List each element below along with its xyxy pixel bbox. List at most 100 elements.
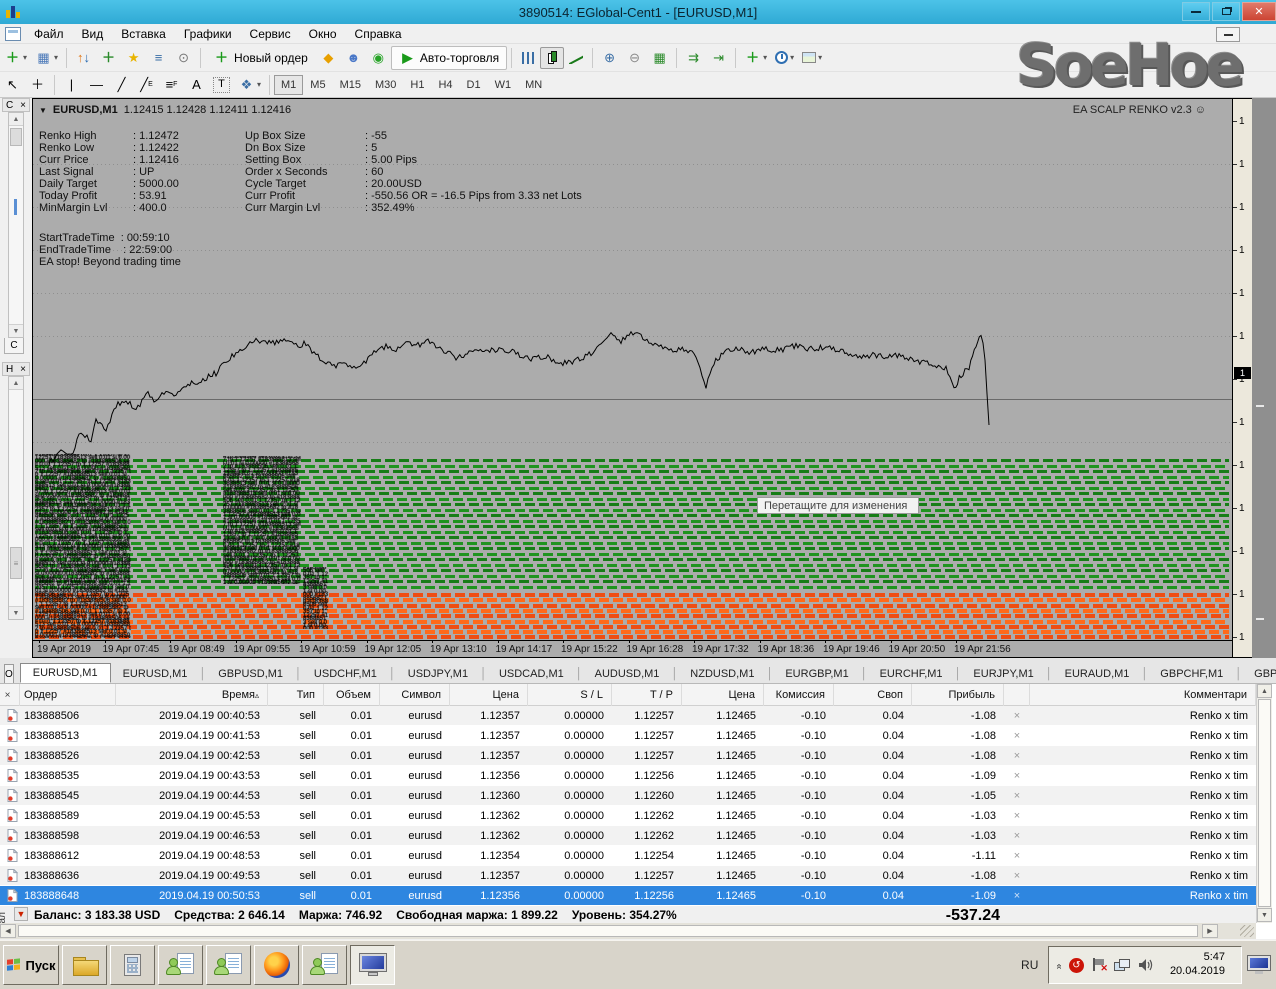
- scroll-down-icon[interactable]: ▼: [9, 324, 23, 337]
- strategy-tester-button[interactable]: ⊙: [171, 47, 196, 69]
- timeframe-M30[interactable]: M30: [368, 75, 403, 95]
- close-panel-icon[interactable]: ×: [4, 688, 11, 702]
- order-row-183888598[interactable]: 1838885982019.04.19 00:46:53sell0.01euru…: [0, 826, 1256, 846]
- column-header-1[interactable]: Ордер: [20, 684, 116, 706]
- taskbar-active-app-button[interactable]: [350, 945, 395, 985]
- column-header-12[interactable]: Прибыль: [912, 684, 1004, 706]
- panel-tab-o[interactable]: O: [4, 664, 14, 683]
- order-row-183888506[interactable]: 1838885062019.04.19 00:40:53sell0.01euru…: [0, 706, 1256, 726]
- panel-tab-c[interactable]: C: [4, 338, 24, 354]
- chart-tab-usdjpy-m1[interactable]: USDJPY,M1: [396, 665, 480, 683]
- close-order-button[interactable]: ×: [1004, 770, 1030, 782]
- candlestick-chart-button[interactable]: [540, 47, 564, 69]
- scroll-right-icon[interactable]: ▶: [1202, 924, 1218, 938]
- timeframe-M1[interactable]: M1: [274, 75, 303, 95]
- panel-c-scrollbar[interactable]: ▲ ▼: [8, 112, 24, 338]
- order-row-183888535[interactable]: 1838885352019.04.19 00:43:53sell0.01euru…: [0, 766, 1256, 786]
- signals-button[interactable]: ◉: [366, 47, 391, 69]
- close-order-button[interactable]: ×: [1004, 790, 1030, 802]
- timeframe-W1[interactable]: W1: [488, 75, 519, 95]
- metaeditor-button[interactable]: ◆: [316, 47, 341, 69]
- zoom-out-button[interactable]: ⊖: [622, 47, 647, 69]
- order-row-183888612[interactable]: 1838886122019.04.19 00:48:53sell0.01euru…: [0, 846, 1256, 866]
- close-order-button[interactable]: ×: [1004, 750, 1030, 762]
- mql5-community-button[interactable]: ☻: [341, 47, 366, 69]
- profiles-button[interactable]: ▦▾: [31, 47, 62, 69]
- chart-tab-gbpusd-m1[interactable]: GBPUSD,M1: [206, 665, 295, 683]
- column-header-13[interactable]: Комментари: [1030, 684, 1256, 706]
- start-button[interactable]: Пуск: [3, 945, 59, 985]
- minimize-button[interactable]: [1182, 2, 1210, 21]
- new-order-button[interactable]: ＋ Новый ордер: [205, 47, 316, 69]
- panel-h-scrollbar[interactable]: ▲ ≡ ▼: [8, 376, 24, 620]
- scroll-down-icon[interactable]: ▼: [1257, 908, 1272, 922]
- chart-tab-gbpjpy-m1[interactable]: GBPJPY,M1: [1242, 665, 1276, 683]
- column-header-2[interactable]: Время ▵: [116, 684, 268, 706]
- order-row-183888513[interactable]: 1838885132019.04.19 00:41:53sell0.01euru…: [0, 726, 1256, 746]
- restore-button[interactable]: [1212, 2, 1240, 21]
- language-indicator[interactable]: RU: [1021, 958, 1038, 972]
- close-order-button[interactable]: ×: [1004, 850, 1030, 862]
- menu-view[interactable]: Вид: [73, 25, 113, 43]
- chart-tab-usdchf-m1[interactable]: USDCHF,M1: [302, 665, 389, 683]
- bar-chart-button[interactable]: [516, 47, 540, 69]
- chart-tab-gbpchf-m1[interactable]: GBPCHF,M1: [1148, 665, 1235, 683]
- text-label-tool[interactable]: T: [209, 74, 234, 96]
- order-row-183888636[interactable]: 1838886362019.04.19 00:49:53sell0.01euru…: [0, 866, 1256, 886]
- close-order-button[interactable]: ×: [1004, 730, 1030, 742]
- equidistant-channel-tool[interactable]: ╱E: [134, 74, 159, 96]
- column-header-6[interactable]: Цена: [450, 684, 528, 706]
- column-header-8[interactable]: T / P: [612, 684, 682, 706]
- chart-plot-area[interactable]: #183888506 sell 0.01 1.12357 tp 1.12257 …: [32, 98, 1233, 658]
- new-chart-button[interactable]: ＋▾: [0, 47, 31, 69]
- order-row-183888545[interactable]: 1838885452019.04.19 00:44:53sell0.01euru…: [0, 786, 1256, 806]
- taskbar-calculator-button[interactable]: [110, 945, 155, 985]
- terminal-panel-button[interactable]: ≡: [146, 47, 171, 69]
- crosshair-tool-button[interactable]: ＋: [25, 74, 50, 96]
- menu-file[interactable]: Файл: [25, 25, 73, 43]
- tile-windows-button[interactable]: ▦: [647, 47, 672, 69]
- scroll-up-icon[interactable]: ▲: [9, 377, 23, 390]
- chart-tab-audusd-m1[interactable]: AUDUSD,M1: [583, 665, 672, 683]
- order-row-183888589[interactable]: 1838885892019.04.19 00:45:53sell0.01euru…: [0, 806, 1256, 826]
- menu-window[interactable]: Окно: [300, 25, 346, 43]
- taskbar-firefox-button[interactable]: [254, 945, 299, 985]
- panel-close-icon[interactable]: ×: [20, 364, 26, 375]
- line-chart-button[interactable]: [564, 47, 588, 69]
- chart-tab-euraud-m1[interactable]: EURAUD,M1: [1053, 665, 1142, 683]
- scroll-up-icon[interactable]: ▲: [9, 113, 23, 126]
- close-button[interactable]: ✕: [1242, 2, 1276, 21]
- timeframe-M5[interactable]: M5: [303, 75, 332, 95]
- panel-close-icon[interactable]: ×: [20, 100, 26, 111]
- templates-button[interactable]: ▾: [798, 47, 826, 69]
- chart-tab-usdcad-m1[interactable]: USDCAD,M1: [487, 665, 576, 683]
- scroll-up-icon[interactable]: ▲: [1257, 684, 1272, 698]
- column-header-11[interactable]: Своп: [834, 684, 912, 706]
- zoom-in-button[interactable]: ⊕: [597, 47, 622, 69]
- taskbar-mt4-button-2[interactable]: [206, 945, 251, 985]
- vertical-scrollbar[interactable]: ▲ ▼: [1256, 684, 1272, 923]
- taskbar-mt4-button-3[interactable]: [302, 945, 347, 985]
- chart-shift-button[interactable]: ⇥: [706, 47, 731, 69]
- chart-tab-eurusd-m1[interactable]: EURUSD,M1: [111, 665, 200, 683]
- column-header-9[interactable]: Цена: [682, 684, 764, 706]
- tray-flag-error-icon[interactable]: ✕: [1092, 958, 1106, 972]
- timeframe-H1[interactable]: H1: [403, 75, 431, 95]
- close-order-button[interactable]: ×: [1004, 830, 1030, 842]
- speaker-icon[interactable]: [1138, 958, 1154, 972]
- periods-button[interactable]: ▾: [771, 47, 798, 69]
- fibonacci-tool[interactable]: ≡F: [159, 74, 184, 96]
- tray-clock[interactable]: 5:47 20.04.2019: [1170, 951, 1225, 979]
- order-row-183888526[interactable]: 1838885262019.04.19 00:42:53sell0.01euru…: [0, 746, 1256, 766]
- scroll-left-icon[interactable]: ◀: [0, 924, 16, 938]
- menu-service[interactable]: Сервис: [241, 25, 300, 43]
- column-header-10[interactable]: Комиссия: [764, 684, 834, 706]
- column-header-7[interactable]: S / L: [528, 684, 612, 706]
- auto-scroll-button[interactable]: ⇉: [681, 47, 706, 69]
- scroll-down-icon[interactable]: ▼: [9, 606, 23, 619]
- close-order-button[interactable]: ×: [1004, 810, 1030, 822]
- order-row-183888648[interactable]: 1838886482019.04.19 00:50:53sell0.01euru…: [0, 886, 1256, 906]
- close-order-button[interactable]: ×: [1004, 870, 1030, 882]
- price-axis[interactable]: 11111111111111: [1233, 98, 1252, 658]
- trendline-tool[interactable]: ╱: [109, 74, 134, 96]
